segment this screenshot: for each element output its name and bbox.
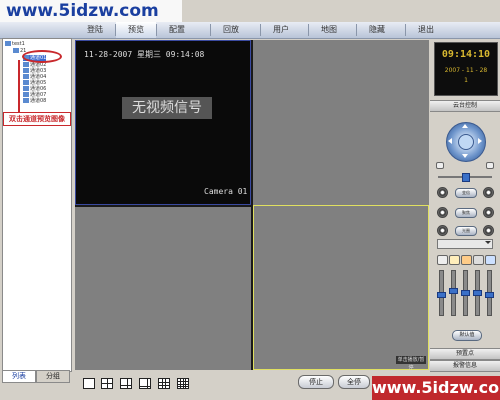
chevron-down-icon xyxy=(485,241,491,244)
saturation-icon xyxy=(461,255,472,265)
ptz-header: 云台控制 xyxy=(430,100,500,112)
camera-icon xyxy=(23,68,29,73)
grid-line xyxy=(178,386,188,387)
watermark-bottom: www.5idzw.com xyxy=(372,376,500,400)
ptz-lock-icon[interactable] xyxy=(486,162,494,169)
camera-name-label: Camera 01 xyxy=(204,187,248,196)
zoom-out-icon[interactable] xyxy=(437,187,448,198)
video-cell-2[interactable] xyxy=(253,40,429,205)
menu-bar: 登陆 预览 配置 回放 用户 地图 隐藏 退出 xyxy=(0,22,500,39)
tree-channel-08[interactable]: 通道08 xyxy=(23,98,46,104)
slider-knob[interactable] xyxy=(485,292,494,298)
default-button[interactable]: 默认值 xyxy=(452,330,482,341)
grid-line xyxy=(127,379,128,388)
zoom-label: 变倍 xyxy=(455,188,477,198)
focus-far-icon[interactable] xyxy=(483,207,494,218)
watermark-top: www.5idzw.com xyxy=(0,0,182,22)
video-grid: 11-28-2007 星期三 09:14:08 无视频信号 Camera 01 … xyxy=(75,40,429,371)
focus-near-icon[interactable] xyxy=(437,207,448,218)
ptz-speed-knob[interactable] xyxy=(462,173,470,182)
grid-line xyxy=(159,385,169,386)
camera-icon xyxy=(23,98,29,103)
tab-group[interactable]: 分组 xyxy=(36,370,70,383)
callout-line xyxy=(18,60,20,112)
focus-label: 聚焦 xyxy=(455,208,477,218)
folder-icon xyxy=(5,41,11,46)
hue-icon xyxy=(473,255,484,265)
tree-root[interactable]: test1 xyxy=(5,41,25,47)
arrow-right-icon[interactable] xyxy=(478,138,482,144)
menu-map[interactable]: 地图 xyxy=(309,22,349,38)
arrow-down-icon[interactable] xyxy=(462,154,468,158)
arrow-left-icon[interactable] xyxy=(448,138,452,144)
grid-line xyxy=(162,379,163,388)
clock-time: 09:14:10 xyxy=(441,49,491,60)
grid-line xyxy=(159,382,169,383)
device-tree-panel: test1 21 通道01 通道02 通道03 通道04 通道05 通道06 通… xyxy=(2,38,72,372)
contrast-icon xyxy=(449,255,460,265)
camera-icon xyxy=(23,80,29,85)
menu-user[interactable]: 用户 xyxy=(261,22,301,38)
ptz-auto-icon[interactable] xyxy=(436,162,444,169)
ptz-center-icon[interactable] xyxy=(458,134,474,150)
layout-2x2-icon[interactable] xyxy=(101,378,113,389)
arrow-up-icon[interactable] xyxy=(462,124,468,128)
stop-button[interactable]: 停止 xyxy=(298,375,334,389)
tree-channel-label: 通道08 xyxy=(30,98,47,104)
slider-knob[interactable] xyxy=(461,290,470,296)
menu-config[interactable]: 配置 xyxy=(157,22,197,38)
grid-line xyxy=(121,385,131,386)
clock-index: 1 xyxy=(464,77,468,84)
callout-label: 双击通道预览图像 xyxy=(3,112,71,126)
layout-1x1-icon[interactable] xyxy=(83,378,95,389)
layout-4x4-icon[interactable] xyxy=(177,378,189,389)
left-tabs: 列表 分组 xyxy=(2,370,72,383)
menu-login[interactable]: 登陆 xyxy=(75,22,115,38)
iris-open-icon[interactable] xyxy=(483,225,494,236)
menu-hide[interactable]: 隐藏 xyxy=(357,22,397,38)
stop-all-button[interactable]: 全停 xyxy=(338,375,370,389)
camera-icon xyxy=(23,74,29,79)
layout-6-icon[interactable] xyxy=(120,378,132,389)
camera-icon xyxy=(23,62,29,67)
tree-root-label: test1 xyxy=(12,41,25,47)
menu-exit[interactable]: 退出 xyxy=(406,22,446,38)
clock-date: 2007 - 11 - 28 xyxy=(444,67,488,74)
slider-knob[interactable] xyxy=(437,292,446,298)
no-signal-label: 无视频信号 xyxy=(122,97,212,119)
cell-status-tag: 单击播放/暂停 xyxy=(396,356,426,371)
dvr-icon xyxy=(13,48,19,53)
tab-list[interactable]: 列表 xyxy=(2,370,36,383)
brightness-icon xyxy=(437,255,448,265)
camera-icon xyxy=(23,92,29,97)
grid-line xyxy=(178,384,188,385)
callout-highlight-ring xyxy=(22,50,62,63)
osd-timestamp: 11-28-2007 星期三 09:14:08 xyxy=(84,50,205,59)
video-cell-1[interactable]: 11-28-2007 星期三 09:14:08 无视频信号 Camera 01 xyxy=(75,40,251,205)
slider-knob[interactable] xyxy=(449,288,458,294)
grid-line xyxy=(165,379,166,388)
volume-icon xyxy=(485,255,496,265)
layout-3x3-icon[interactable] xyxy=(158,378,170,389)
video-cell-3[interactable] xyxy=(75,207,251,370)
grid-line xyxy=(102,383,112,384)
video-cell-4[interactable]: 单击播放/暂停 xyxy=(253,205,429,371)
zoom-in-icon[interactable] xyxy=(483,187,494,198)
grid-line xyxy=(140,386,150,387)
clock-display: 09:14:10 2007 - 11 - 28 1 xyxy=(434,42,498,96)
preset-header[interactable]: 预置点 xyxy=(430,348,500,360)
menu-preview[interactable]: 预览 xyxy=(116,22,156,38)
iris-close-icon[interactable] xyxy=(437,225,448,236)
iris-label: 光圈 xyxy=(455,226,477,236)
grid-line xyxy=(178,381,188,382)
menu-playback[interactable]: 回放 xyxy=(211,22,251,38)
layout-8-icon[interactable] xyxy=(139,378,151,389)
camera-icon xyxy=(23,86,29,91)
alarm-header[interactable]: 报警信息 xyxy=(430,360,500,372)
slider-knob[interactable] xyxy=(473,290,482,296)
